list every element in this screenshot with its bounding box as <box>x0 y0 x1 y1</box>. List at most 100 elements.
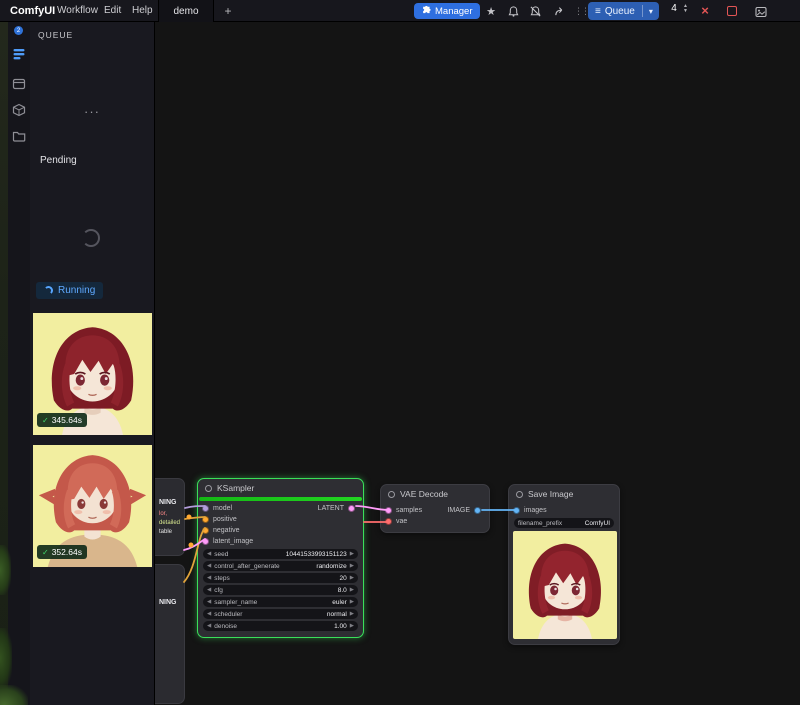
slot-label: positive <box>213 516 237 523</box>
widget-scheduler[interactable]: ◀schedulernormal▶ <box>203 609 358 619</box>
check-icon: ✓ <box>42 416 49 425</box>
menu-workflow[interactable]: Workflow <box>57 5 98 16</box>
node-save-image[interactable]: Save Image images filename_prefixComfyUI <box>508 484 620 645</box>
widget-label: cfg <box>214 587 223 594</box>
loading-spinner <box>82 229 100 247</box>
pending-section-label: Pending <box>40 155 77 166</box>
widget-steps[interactable]: ◀steps20▶ <box>203 573 358 583</box>
queue-run-button[interactable]: ≡ Queue ▾ <box>588 2 659 20</box>
bell-icon[interactable] <box>505 4 521 18</box>
result-duration-badge: ✓ 345.64s <box>37 413 87 427</box>
partial-node-clipped[interactable]: NING lor, detailed table <box>155 478 185 556</box>
output-slot-image[interactable] <box>474 507 481 514</box>
drag-grip-icon[interactable]: ⋮⋮ <box>574 6 588 17</box>
widget-cfg[interactable]: ◀cfg 8.0▶ <box>203 585 358 595</box>
collapse-dot[interactable] <box>516 491 523 498</box>
chevron-down-icon[interactable]: ▾ <box>643 7 659 16</box>
decrement-icon[interactable]: ◀ <box>207 599 211 605</box>
node-header[interactable]: Save Image <box>509 485 619 503</box>
input-slot-images[interactable] <box>513 507 520 514</box>
duration-text: 345.64s <box>52 415 82 425</box>
step-down-icon[interactable]: ▼ <box>683 9 688 14</box>
decrement-icon[interactable]: ◀ <box>207 587 211 593</box>
increment-icon[interactable]: ▶ <box>350 623 354 629</box>
node-title: VAE Decode <box>400 489 448 499</box>
batch-count-stepper[interactable]: 4 ▲ ▼ <box>668 3 688 14</box>
increment-icon[interactable]: ▶ <box>350 551 354 557</box>
clipped-text: table <box>159 529 172 535</box>
partial-node-clipped[interactable]: NING <box>155 564 185 704</box>
node-vae-decode[interactable]: VAE Decode samples vae IMAGE <box>380 484 490 533</box>
sidebar-item-queue[interactable] <box>11 46 27 62</box>
queue-overflow-button[interactable]: ··· <box>30 104 154 119</box>
widget-seed[interactable]: ◀seed10441533993151123▶ <box>203 549 358 559</box>
increment-icon[interactable]: ▶ <box>350 563 354 569</box>
saved-image-preview[interactable] <box>513 531 617 639</box>
node-header[interactable]: VAE Decode <box>381 485 489 503</box>
clipped-text: NING <box>159 499 177 506</box>
collapse-dot[interactable] <box>388 491 395 498</box>
slot-label: negative <box>213 527 239 534</box>
slot-label: samples <box>396 507 422 514</box>
widget-label: control_after_generate <box>214 563 279 570</box>
widget-value: 8.0 <box>338 587 347 594</box>
decrement-icon[interactable]: ◀ <box>207 575 211 581</box>
collapse-dot[interactable] <box>205 485 212 492</box>
bell-off-icon[interactable] <box>527 4 543 18</box>
widget-label: filename_prefix <box>518 520 562 527</box>
sidebar-item-node-library[interactable] <box>11 76 27 92</box>
new-workflow-tab-button[interactable]: + <box>220 3 236 19</box>
running-label: Running <box>58 285 95 296</box>
node-graph-canvas[interactable]: NING lor, detailed table NING KSampler <box>155 22 800 705</box>
node-ksampler[interactable]: KSampler model positive negative latent_… <box>197 478 364 638</box>
increment-icon[interactable]: ▶ <box>350 599 354 605</box>
node-header[interactable]: KSampler <box>198 479 363 497</box>
widget-label: scheduler <box>214 611 242 618</box>
input-slot-negative[interactable] <box>202 527 209 534</box>
increment-icon[interactable]: ▶ <box>350 575 354 581</box>
menu-help[interactable]: Help <box>132 5 153 16</box>
star-icon[interactable]: ★ <box>483 4 499 18</box>
slot-label: LATENT <box>318 505 344 512</box>
decrement-icon[interactable]: ◀ <box>207 623 211 629</box>
workflow-tab-demo[interactable]: demo <box>158 0 214 22</box>
input-slot-model[interactable] <box>202 505 209 512</box>
manager-label: Manager <box>435 6 473 17</box>
manager-button[interactable]: Manager <box>414 3 480 19</box>
menu-edit[interactable]: Edit <box>104 5 121 16</box>
input-slot-vae[interactable] <box>385 518 392 525</box>
sidebar-item-workflows-folder[interactable] <box>11 128 27 144</box>
widget-label: steps <box>214 575 230 582</box>
widget-denoise[interactable]: ◀denoise 1.00▶ <box>203 621 358 631</box>
running-status-badge: Running <box>36 282 103 299</box>
duration-text: 352.64s <box>52 547 82 557</box>
slot-label: vae <box>396 518 407 525</box>
wallpaper-grass-patch <box>0 628 12 688</box>
result-duration-badge: ✓ 352.64s <box>37 545 87 559</box>
widget-control-after-generate[interactable]: ◀control_after_generate randomize ▶ <box>203 561 358 571</box>
input-slot-latent-image[interactable] <box>202 538 209 545</box>
decrement-icon[interactable]: ◀ <box>207 551 211 557</box>
increment-icon[interactable]: ▶ <box>350 611 354 617</box>
widget-sampler-name[interactable]: ◀sampler_nameeuler▶ <box>203 597 358 607</box>
widget-value: 1.00 <box>334 623 347 630</box>
app-logo[interactable]: ComfyUI <box>10 5 55 17</box>
output-slot-latent[interactable] <box>348 505 355 512</box>
decrement-icon[interactable]: ◀ <box>207 563 211 569</box>
cancel-run-button[interactable]: × <box>697 3 713 18</box>
input-slot-positive[interactable] <box>202 516 209 523</box>
sidebar-icon-rail <box>8 22 30 705</box>
increment-icon[interactable]: ▶ <box>350 587 354 593</box>
share-icon[interactable] <box>551 4 567 18</box>
stop-button[interactable] <box>727 6 737 16</box>
sidebar-item-models[interactable] <box>11 102 27 118</box>
widget-label: seed <box>214 551 228 558</box>
widget-filename-prefix[interactable]: filename_prefixComfyUI <box>514 518 614 528</box>
queue-gallery-icon[interactable] <box>753 5 769 19</box>
node-title: Save Image <box>528 489 573 499</box>
decrement-icon[interactable]: ◀ <box>207 611 211 617</box>
slot-label: latent_image <box>213 538 253 545</box>
input-slot-samples[interactable] <box>385 507 392 514</box>
widget-value: randomize <box>316 563 346 570</box>
widget-label: denoise <box>214 623 237 630</box>
